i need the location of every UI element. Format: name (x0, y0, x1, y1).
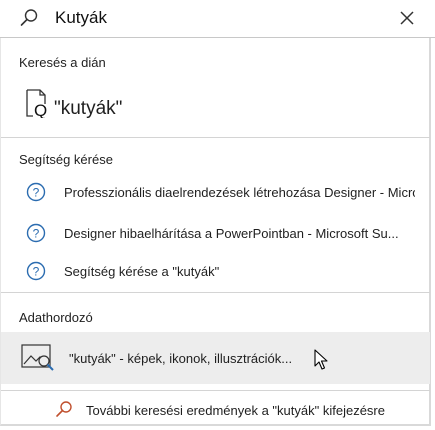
section-title-find-in-slide: Keresés a dián (19, 55, 106, 70)
media-item-images[interactable]: "kutyák" - képek, ikonok, illusztrációk.… (1, 332, 430, 384)
find-in-slide-label: "kutyák" (54, 98, 123, 119)
section-title-get-help: Segítség kérése (19, 152, 113, 167)
find-in-slide-result[interactable]: Q "kutyák" (1, 82, 430, 128)
help-item-label: Segítség kérése a "kutyák" (64, 264, 220, 279)
svg-text:?: ? (33, 227, 40, 241)
more-results-label: További keresési eredmények a "kutyák" k… (86, 403, 385, 418)
help-item-label: Professzionális diaelrendezések létrehoz… (64, 185, 415, 200)
help-circle-icon: ? (26, 261, 46, 281)
help-circle-icon: ? (26, 223, 46, 243)
help-item-get-help[interactable]: ? Segítség kérése a "kutyák" (1, 257, 430, 285)
close-icon[interactable] (399, 10, 415, 26)
help-circle-icon: ? (26, 182, 46, 202)
svg-text:Q: Q (34, 101, 47, 118)
divider (1, 390, 430, 391)
search-input[interactable]: Kutyák (55, 8, 107, 28)
more-results-link[interactable]: További keresési eredmények a "kutyák" k… (1, 396, 430, 424)
mouse-cursor-icon (314, 349, 328, 370)
help-item-label: Designer hibaelhárítása a PowerPointban … (64, 226, 399, 241)
find-document-icon: Q (26, 89, 47, 118)
search-results-panel: Keresés a dián Q "kutyák" Segítség kérés… (0, 38, 431, 426)
svg-text:?: ? (33, 265, 40, 279)
help-item-designer-troubleshoot[interactable]: ? Designer hibaelhárítása a PowerPointba… (1, 219, 430, 247)
section-title-media: Adathordozó (19, 310, 93, 325)
search-bar[interactable]: Kutyák (0, 0, 435, 38)
divider (1, 292, 430, 293)
search-icon (20, 9, 38, 26)
image-search-icon (21, 344, 54, 371)
help-item-designer-layouts[interactable]: ? Professzionális diaelrendezések létreh… (1, 178, 430, 206)
search-icon (56, 401, 72, 417)
media-item-label: "kutyák" - képek, ikonok, illusztrációk.… (69, 351, 293, 366)
svg-text:?: ? (33, 186, 40, 200)
divider (1, 137, 430, 138)
